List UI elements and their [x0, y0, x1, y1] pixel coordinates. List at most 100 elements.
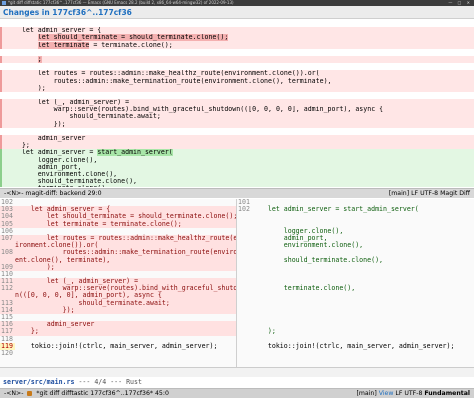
- diff-header: Changes in 177cf36^..177cf36: [0, 6, 474, 19]
- pane-line: 119 tokio::join!(ctrlc, main_server, adm…: [0, 341, 236, 350]
- diff-line: [0, 20, 474, 28]
- pane-line: tokio::join!(ctrlc, main_server, admin_s…: [237, 341, 474, 350]
- diff-line-code: let (_, admin_server) =: [0, 99, 129, 106]
- diff-line-code: environment.clone(),: [0, 171, 117, 178]
- diff-line: let terminate = terminate.clone();: [0, 41, 474, 49]
- view-mode: View: [378, 390, 394, 397]
- diff-line: [0, 91, 474, 100]
- diff-token: );: [6, 84, 46, 92]
- diff-line-code: [0, 128, 6, 135]
- diff-line-code: should_terminate.clone(),: [0, 178, 137, 185]
- diff-line: let routes = routes::admin::make_healthz…: [0, 70, 474, 78]
- diff-line-code: let admin_server = {: [0, 27, 101, 34]
- line-code: tokio::join!(ctrlc, main_server, admin_s…: [252, 341, 455, 350]
- diff-line-code: let admin_server = start_admin_server(: [0, 149, 173, 157]
- diff-token: };: [6, 142, 30, 150]
- diff-token: ;: [37, 55, 42, 63]
- pane-line: 105 let terminate = terminate.clone();: [0, 220, 236, 228]
- line-code: tokio::join!(ctrlc, main_server, admin_s…: [15, 341, 218, 350]
- line-code: };: [15, 327, 39, 336]
- line-code: );: [252, 327, 276, 336]
- lock-icon: [27, 390, 33, 396]
- diff-line: terminate.clone(),: [0, 185, 474, 187]
- diff-line: logger.clone(),: [0, 156, 474, 164]
- diff-token: logger.clone(),: [6, 156, 98, 164]
- pane-line: [237, 264, 474, 271]
- pane-line: 114 });: [0, 306, 236, 314]
- line-code: should_terminate.clone(),: [252, 255, 384, 264]
- window-title: *git diff diffstatic 177cf36^..177cf36 —…: [8, 0, 234, 5]
- diff-line: };: [0, 142, 474, 150]
- diff-line-code: [0, 63, 6, 70]
- file-status-line: server/src/main.rs --- 4/4 --- Rust: [0, 377, 474, 388]
- pane-line: terminate.clone(),: [237, 285, 474, 292]
- pane-line: environment.clone(),: [237, 242, 474, 249]
- pane-line: [237, 300, 474, 307]
- diff-token: let admin_server =: [6, 149, 98, 157]
- diff-line: admin_server: [0, 135, 474, 143]
- diff-token: should_terminate.clone(),: [6, 178, 138, 186]
- diff-line: should_terminate.await;: [0, 113, 474, 121]
- diff-line: warp::serve(routes).bind_with_graceful_s…: [0, 106, 474, 114]
- diff-line: });: [0, 120, 474, 128]
- diff-line-code: admin_server: [0, 135, 86, 142]
- pane-line: 120: [0, 349, 236, 357]
- diff-line: admin_port,: [0, 163, 474, 171]
- pane-line: [237, 292, 474, 299]
- diff-token: [6, 42, 38, 49]
- line-code: terminate.clone(),: [252, 284, 356, 293]
- diff-token: start_admin_server(: [97, 149, 173, 157]
- diff-right-pane[interactable]: 101 102 let admin_server = start_admin_se…: [237, 199, 474, 367]
- line-number: 108: [1, 248, 13, 257]
- diff-line-code: [0, 92, 6, 99]
- diff-line-code: warp::serve(routes).bind_with_graceful_s…: [0, 106, 384, 113]
- diff-line-code: logger.clone(),: [0, 156, 98, 164]
- diff-line: routes::admin::make_termination_route(en…: [0, 77, 474, 85]
- diff-line: let admin_server = {: [0, 27, 474, 35]
- diff-left-pane[interactable]: 102 103 let admin_server = {104 let shoul…: [0, 199, 237, 367]
- line-code: let admin_server = start_admin_server(: [252, 205, 419, 214]
- diff-token: let admin_server = {: [6, 27, 102, 35]
- diff-token: let routes = routes::admin::make_healthz…: [6, 70, 320, 78]
- buffer-name: *git diff difftastic 177cf36^..177cf36* …: [36, 390, 169, 397]
- diff-line-code: );: [0, 85, 46, 92]
- diff-line-code: [0, 20, 6, 27]
- diff-line: [0, 127, 474, 135]
- pane-line: [237, 350, 474, 357]
- diff-line-code: routes::admin::make_termination_route(en…: [0, 78, 332, 85]
- modeline-difftastic: -<N>- *git diff difftastic 177cf36^..177…: [0, 388, 474, 398]
- diff-line: let admin_server = start_admin_server(: [0, 149, 474, 157]
- major-mode: Fundamental: [424, 390, 470, 397]
- diff-token: let terminate: [37, 41, 90, 49]
- diff-token: admin_port,: [6, 163, 82, 171]
- diff-line-code: });: [0, 121, 66, 128]
- emacs-icon: [2, 1, 6, 5]
- file-name: server/src/main.rs: [3, 378, 75, 386]
- modeline-prefix: -<N>-: [4, 390, 24, 397]
- diff-line-code: ;: [0, 55, 42, 63]
- line-number: 112: [1, 284, 13, 293]
- diff-token: let (_, admin_server) =: [6, 99, 130, 107]
- pane-line: should_terminate.clone(),: [237, 255, 474, 264]
- diff-line-code: should_terminate.await;: [0, 113, 161, 120]
- diff-token: terminate.clone(),: [6, 185, 109, 187]
- diff-line: should_terminate.clone(),: [0, 178, 474, 186]
- diff-line-code: [0, 49, 6, 56]
- diff-line-code: terminate.clone(),: [0, 185, 109, 187]
- minibuffer[interactable]: [0, 398, 474, 406]
- difftastic-buffer[interactable]: 102 103 let admin_server = {104 let shoul…: [0, 199, 474, 367]
- diff-line: environment.clone(),: [0, 170, 474, 179]
- pane-line: [237, 271, 474, 278]
- magit-diff-buffer[interactable]: let admin_server = { let should_terminat…: [0, 20, 474, 187]
- diff-line: ;: [0, 55, 474, 64]
- diff-token: admin_server: [6, 135, 86, 142]
- diff-line-code: let routes = routes::admin::make_healthz…: [0, 70, 320, 77]
- diff-token: });: [6, 120, 66, 128]
- line-code: environment.clone(),: [252, 241, 364, 250]
- diff-token: [6, 34, 38, 41]
- modeline-magit-left: -<N>- magit-diff: backend 29:0: [4, 190, 102, 197]
- modeline-magit: -<N>- magit-diff: backend 29:0 [main] LF…: [0, 188, 474, 198]
- pane-line: );: [237, 328, 474, 335]
- pane-line: [237, 307, 474, 314]
- pane-line: 102 let admin_server = start_admin_serve…: [237, 205, 474, 214]
